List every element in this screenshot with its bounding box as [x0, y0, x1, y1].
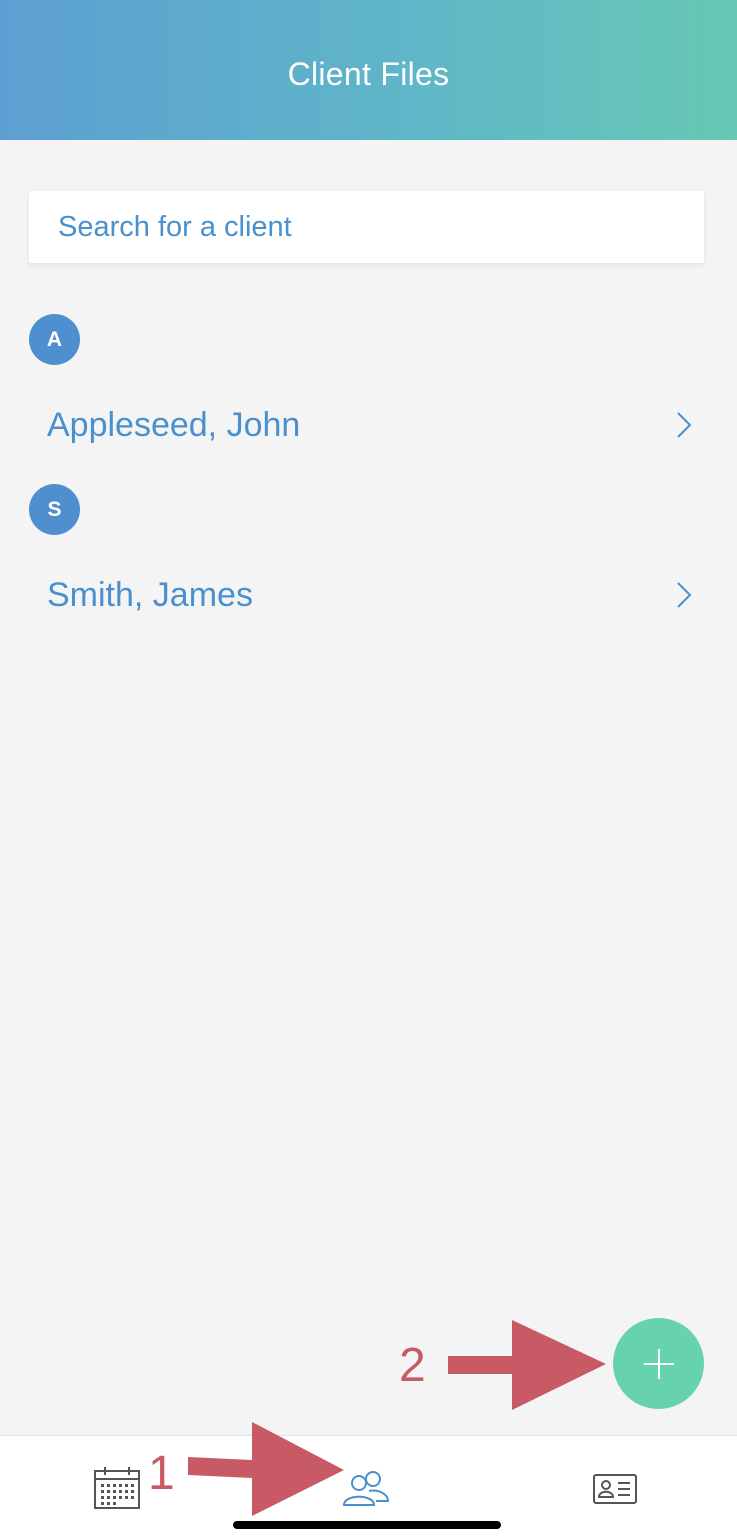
tab-clients[interactable] — [342, 1470, 390, 1513]
section-letter-badge: S — [29, 484, 80, 535]
tab-contact-card[interactable] — [592, 1473, 638, 1510]
search-bar[interactable] — [29, 191, 704, 263]
chevron-right-icon — [677, 412, 692, 438]
search-input[interactable] — [58, 210, 658, 244]
app-header: Client Files — [0, 0, 737, 140]
client-list-item[interactable]: Appleseed, John — [0, 386, 737, 466]
clients-icon — [342, 1471, 390, 1506]
annotation-number: 1 — [148, 1447, 175, 1500]
home-indicator — [233, 1521, 501, 1529]
annotation-arrow-icon — [188, 1422, 344, 1516]
annotation-number: 2 — [399, 1339, 426, 1392]
client-list-item[interactable]: Smith, James — [0, 556, 737, 636]
contact-card-icon — [593, 1474, 637, 1504]
add-client-button[interactable] — [613, 1318, 704, 1409]
client-name: Smith, James — [47, 576, 253, 614]
plus-icon — [643, 1348, 674, 1379]
page-title: Client Files — [287, 56, 450, 92]
section-letter-badge: A — [29, 314, 80, 365]
chevron-right-icon — [677, 582, 692, 608]
annotation-arrow-icon — [448, 1320, 606, 1410]
tab-calendar[interactable] — [93, 1466, 141, 1515]
client-name: Appleseed, John — [47, 406, 301, 444]
calendar-icon — [94, 1467, 140, 1509]
